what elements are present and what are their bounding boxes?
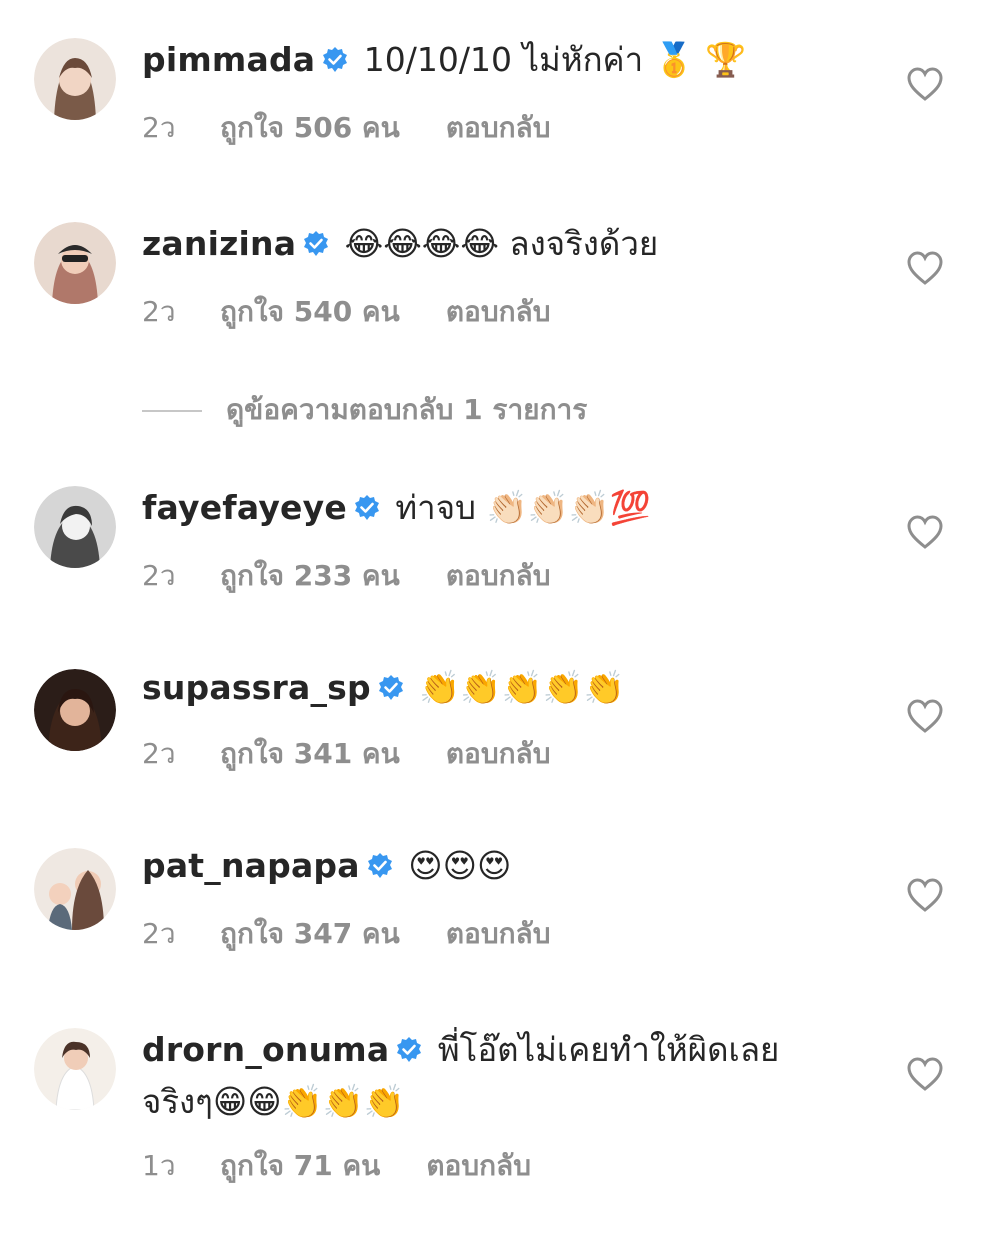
heart-outline-icon[interactable] bbox=[906, 66, 944, 102]
like-count[interactable]: ถูกใจ 341 คน bbox=[220, 732, 400, 776]
verified-badge-icon bbox=[395, 1036, 423, 1064]
reply-button[interactable]: ตอบกลับ bbox=[446, 554, 551, 598]
divider-line bbox=[142, 410, 202, 412]
heart-outline-icon[interactable] bbox=[906, 514, 944, 550]
comment-meta: 1ว ถูกใจ 71 คน ตอบกลับ bbox=[142, 1144, 531, 1188]
comment-text: 😍😍😍 bbox=[408, 846, 512, 885]
avatar[interactable] bbox=[34, 669, 116, 751]
view-replies-label: ดูข้อความตอบกลับ 1 รายการ bbox=[226, 393, 588, 426]
comment-text: 😂😂😂😂 ลงจริงด้วย bbox=[344, 224, 659, 263]
comment-body: zanizina 😂😂😂😂 ลงจริงด้วย bbox=[142, 218, 842, 270]
comment-meta: 2ว ถูกใจ 233 คน ตอบกลับ bbox=[142, 554, 550, 598]
comment-body: drorn_onuma พี่โอ๊ตไม่เคยทำให้ผิดเลย จริ… bbox=[142, 1024, 822, 1128]
comment-meta: 2ว ถูกใจ 347 คน ตอบกลับ bbox=[142, 912, 550, 956]
timestamp: 2ว bbox=[142, 737, 176, 770]
verified-badge-icon bbox=[302, 230, 330, 258]
verified-badge-icon bbox=[366, 852, 394, 880]
avatar[interactable] bbox=[34, 486, 116, 568]
like-count[interactable]: ถูกใจ 540 คน bbox=[220, 290, 400, 334]
username[interactable]: pimmada bbox=[142, 40, 315, 79]
comment-body: pat_napapa 😍😍😍 bbox=[142, 840, 842, 892]
comment-meta: 2ว ถูกใจ 341 คน ตอบกลับ bbox=[142, 732, 550, 776]
avatar[interactable] bbox=[34, 1028, 116, 1110]
timestamp: 1ว bbox=[142, 1149, 176, 1182]
timestamp: 2ว bbox=[142, 917, 176, 950]
like-count[interactable]: ถูกใจ 233 คน bbox=[220, 554, 400, 598]
comment-body: supassra_sp 👏👏👏👏👏 bbox=[142, 662, 842, 714]
avatar[interactable] bbox=[34, 38, 116, 120]
username[interactable]: fayefayeye bbox=[142, 488, 347, 527]
heart-outline-icon[interactable] bbox=[906, 250, 944, 286]
reply-button[interactable]: ตอบกลับ bbox=[446, 290, 551, 334]
verified-badge-icon bbox=[321, 46, 349, 74]
reply-button[interactable]: ตอบกลับ bbox=[446, 732, 551, 776]
verified-badge-icon bbox=[377, 674, 405, 702]
reply-button[interactable]: ตอบกลับ bbox=[446, 106, 551, 150]
reply-button[interactable]: ตอบกลับ bbox=[446, 912, 551, 956]
username[interactable]: pat_napapa bbox=[142, 846, 360, 885]
comment-text: ท่าจบ 👏🏻👏🏻👏🏻💯 bbox=[395, 488, 651, 527]
heart-outline-icon[interactable] bbox=[906, 877, 944, 913]
timestamp: 2ว bbox=[142, 559, 176, 592]
heart-outline-icon[interactable] bbox=[906, 698, 944, 734]
timestamp: 2ว bbox=[142, 295, 176, 328]
reply-button[interactable]: ตอบกลับ bbox=[426, 1144, 531, 1188]
comment-text: 👏👏👏👏👏 bbox=[419, 668, 625, 707]
heart-outline-icon[interactable] bbox=[906, 1056, 944, 1092]
timestamp: 2ว bbox=[142, 111, 176, 144]
comment-text: 10/10/10 ไม่หักค่า 🥇 🏆 bbox=[363, 40, 747, 79]
comment-meta: 2ว ถูกใจ 540 คน ตอบกลับ bbox=[142, 290, 550, 334]
like-count[interactable]: ถูกใจ 506 คน bbox=[220, 106, 400, 150]
comment-body: pimmada 10/10/10 ไม่หักค่า 🥇 🏆 bbox=[142, 34, 842, 86]
username[interactable]: drorn_onuma bbox=[142, 1030, 389, 1069]
username[interactable]: zanizina bbox=[142, 224, 296, 263]
like-count[interactable]: ถูกใจ 71 คน bbox=[220, 1144, 380, 1188]
like-count[interactable]: ถูกใจ 347 คน bbox=[220, 912, 400, 956]
avatar[interactable] bbox=[34, 848, 116, 930]
comment-body: fayefayeye ท่าจบ 👏🏻👏🏻👏🏻💯 bbox=[142, 482, 842, 534]
comment-meta: 2ว ถูกใจ 506 คน ตอบกลับ bbox=[142, 106, 550, 150]
avatar[interactable] bbox=[34, 222, 116, 304]
username[interactable]: supassra_sp bbox=[142, 668, 371, 707]
verified-badge-icon bbox=[353, 494, 381, 522]
view-replies-button[interactable]: ดูข้อความตอบกลับ 1 รายการ bbox=[142, 388, 587, 432]
